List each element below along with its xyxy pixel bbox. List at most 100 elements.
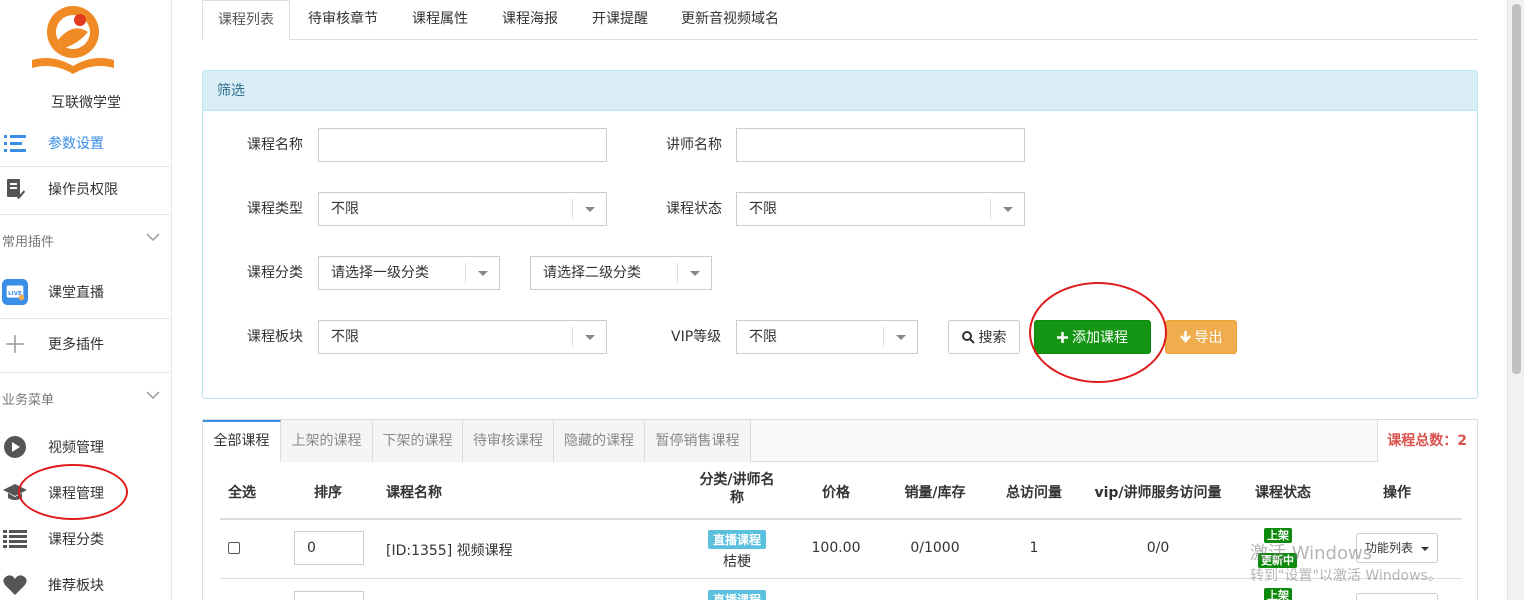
sidebar-item-params[interactable]: 参数设置 [0, 121, 171, 165]
visits: 1 [1029, 540, 1039, 556]
tab-all-courses[interactable]: 全部课程 [203, 420, 281, 462]
search-button[interactable]: 搜索 [948, 320, 1020, 354]
course-type-badge: 直播课程 [707, 590, 766, 600]
sidebar-item-live[interactable]: LIVE 课堂直播 [0, 270, 171, 314]
sidebar-item-more-plugins[interactable]: 更多插件 [0, 322, 171, 366]
sidebar-item-recommend[interactable]: 推荐板块 [0, 563, 171, 600]
category2-select[interactable]: 请选择二级分类 [530, 256, 712, 290]
teacher-name-label: 讲师名称 [666, 137, 722, 153]
group-label: 常用插件 [2, 234, 55, 250]
sidebar-item-video[interactable]: 视频管理 [0, 425, 171, 469]
caret-down-icon [677, 263, 711, 283]
list-settings-icon [2, 130, 28, 156]
caret-down-icon [572, 199, 606, 219]
logo-icon [32, 6, 114, 74]
teacher-name: 桔梗 [723, 554, 751, 570]
list-icon [2, 526, 28, 552]
status-tabs: 全部课程 上架的课程 下架的课程 待审核课程 隐藏的课程 暂停销售课程 课程总数… [203, 420, 1477, 462]
block-label: 课程板块 [247, 329, 303, 345]
filter-panel: 筛选 课程名称 讲师名称 课程类型 不限 课程状态 不限 课程分类 请选择一级分… [202, 70, 1478, 399]
caret-down-icon [990, 199, 1024, 219]
brand-name: 互联微学堂 [51, 95, 121, 111]
course-total: 课程总数：2 [1387, 433, 1467, 449]
divider [0, 372, 171, 373]
sidebar-item-category[interactable]: 课程分类 [0, 517, 171, 561]
sidebar-item-label: 操作员权限 [48, 182, 118, 198]
divider [0, 214, 171, 215]
sidebar-item-label: 参数设置 [48, 136, 104, 152]
caret-down-icon [465, 263, 499, 283]
chevron-down-icon [146, 388, 160, 404]
course-type-select[interactable]: 不限 [318, 192, 607, 226]
header-name: 课程名称 [386, 485, 442, 501]
annotation-circle-add-course [1029, 282, 1167, 383]
sidebar-item-label: 课程分类 [48, 532, 104, 548]
divider [0, 318, 171, 319]
tab-course-poster[interactable]: 课程海报 [492, 0, 568, 40]
document-edit-icon [2, 176, 28, 202]
sidebar: 互联微学堂 参数设置 操作员权限 常用插件 LIVE 课堂直播 更多插件 业务菜… [0, 0, 172, 600]
header-visits: 总访问量 [1006, 485, 1062, 501]
search-icon [961, 330, 975, 344]
course-status-select[interactable]: 不限 [736, 192, 1025, 226]
teacher-name-input[interactable] [736, 128, 1025, 162]
function-list-button[interactable] [1356, 593, 1438, 600]
category-cell: 直播课程 桔梗 [689, 530, 785, 571]
caret-down-icon [572, 327, 606, 347]
select-value: 不限 [331, 329, 359, 345]
category1-select[interactable]: 请选择一级分类 [318, 256, 500, 290]
top-tabs: 课程列表 待审核章节 课程属性 课程海报 开课提醒 更新音视频域名 [202, 0, 1478, 40]
sidebar-item-label: 更多插件 [48, 337, 104, 353]
tab-delisted-courses[interactable]: 下架的课程 [373, 420, 463, 462]
sidebar-group-plugins[interactable]: 常用插件 [0, 222, 171, 258]
header-select-all: 全选 [228, 485, 256, 501]
tab-hidden-courses[interactable]: 隐藏的课程 [554, 420, 645, 462]
select-value: 不限 [331, 201, 359, 217]
export-button-label: 导出 [1194, 330, 1223, 346]
sidebar-item-operator[interactable]: 操作员权限 [0, 167, 171, 211]
course-name-label: 课程名称 [247, 137, 303, 153]
vip-label: VIP等级 [671, 329, 722, 345]
tab-course-list[interactable]: 课程列表 [202, 0, 290, 40]
course-status-label: 课程状态 [666, 201, 722, 217]
logo [28, 2, 118, 74]
course-name-input[interactable] [318, 128, 607, 162]
header-category: 分类/讲师名 称 [699, 472, 775, 506]
select-value: 请选择一级分类 [331, 265, 429, 281]
heart-icon [2, 572, 28, 598]
sidebar-item-label: 课堂直播 [48, 285, 104, 301]
watermark-title: 激活 Windows [1250, 543, 1373, 564]
scrollbar-thumb[interactable] [1512, 4, 1521, 374]
block-select[interactable]: 不限 [318, 320, 607, 354]
live-tv-icon: LIVE [2, 279, 28, 305]
course-type-badge: 直播课程 [707, 530, 766, 549]
tab-paused-courses[interactable]: 暂停销售课程 [645, 420, 751, 462]
tab-pending-chapters[interactable]: 待审核章节 [300, 0, 386, 40]
arrow-down-icon [1179, 331, 1191, 343]
order-input[interactable] [294, 591, 364, 600]
tab-update-domain[interactable]: 更新音视频域名 [672, 0, 788, 40]
header-status: 课程状态 [1255, 485, 1311, 501]
category-cell: 直播课程 [689, 590, 785, 600]
annotation-circle-course [18, 464, 128, 520]
select-value: 不限 [749, 201, 777, 217]
course-type-label: 课程类型 [247, 201, 303, 217]
sidebar-group-business[interactable]: 业务菜单 [0, 380, 171, 416]
page-scrollbar[interactable] [1507, 0, 1524, 600]
tab-listed-courses[interactable]: 上架的课程 [281, 420, 373, 462]
plus-icon [2, 331, 28, 357]
header-vip-visits: vip/讲师服务访问量 [1094, 485, 1222, 501]
header-price: 价格 [822, 485, 850, 501]
total-box: 课程总数：2 [1377, 420, 1477, 462]
order-input[interactable]: 0 [294, 531, 364, 565]
row-checkbox[interactable] [228, 542, 240, 554]
header-order: 排序 [314, 485, 342, 501]
tab-pending-courses[interactable]: 待审核课程 [463, 420, 554, 462]
export-button[interactable]: 导出 [1165, 320, 1237, 354]
vip-select[interactable]: 不限 [736, 320, 918, 354]
sidebar-item-label: 推荐板块 [48, 578, 104, 594]
tab-course-attributes[interactable]: 课程属性 [402, 0, 478, 40]
tab-class-reminder[interactable]: 开课提醒 [582, 0, 658, 40]
course-name[interactable]: [ID:1355] 视频课程 [386, 540, 513, 560]
select-value: 请选择二级分类 [543, 265, 641, 281]
